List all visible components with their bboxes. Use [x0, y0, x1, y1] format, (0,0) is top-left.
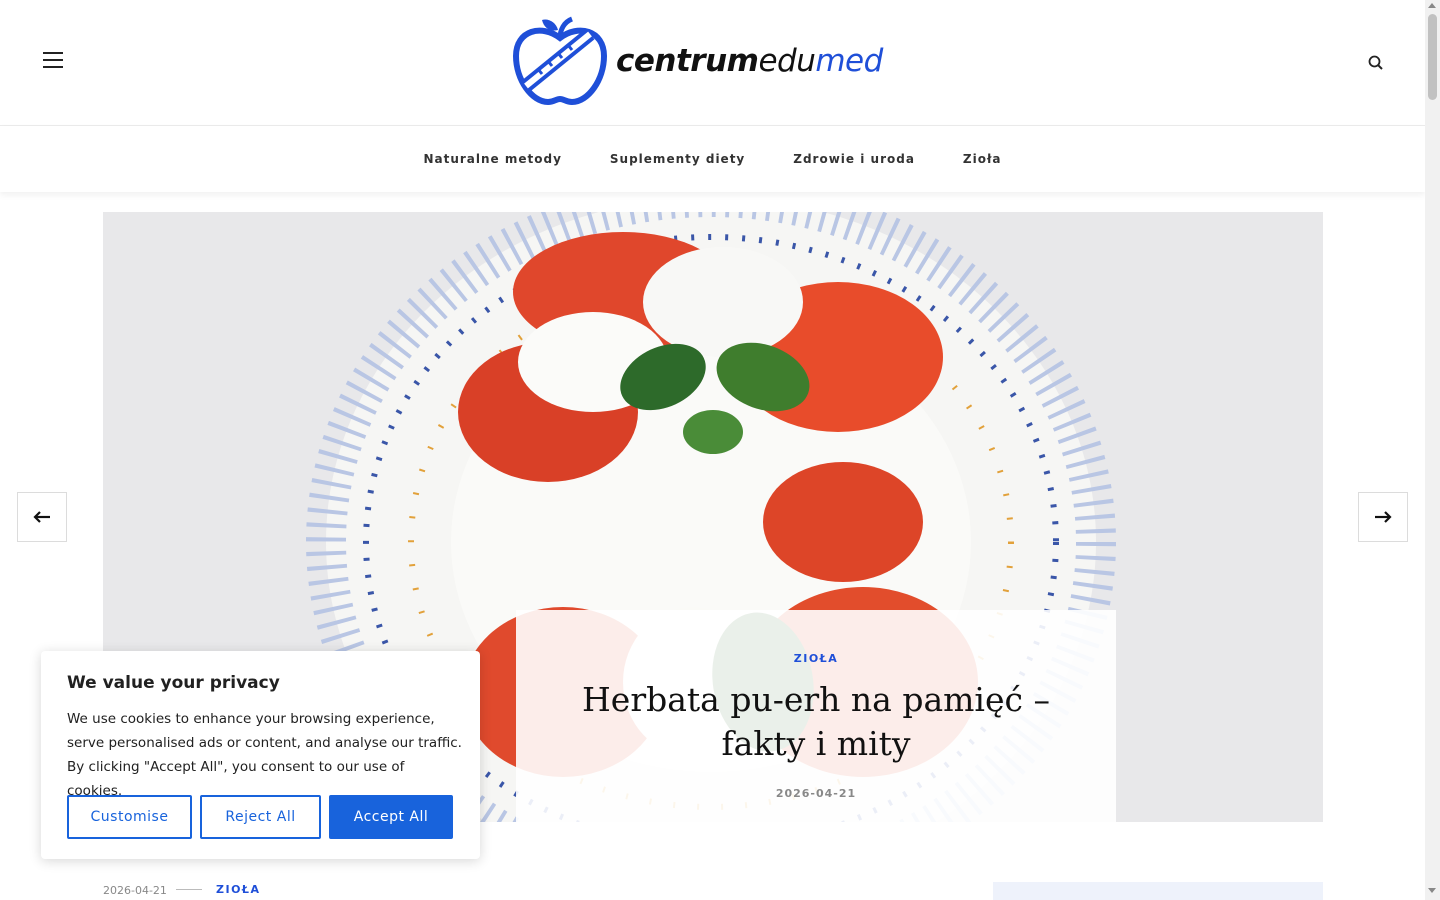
nav-item-ziola[interactable]: Zioła	[963, 152, 1002, 166]
main-nav: Naturalne metody Suplementy diety Zdrowi…	[0, 126, 1425, 192]
nav-item-zdrowie-i-uroda[interactable]: Zdrowie i uroda	[793, 152, 915, 166]
cookie-title: We value your privacy	[67, 673, 280, 693]
reject-all-button[interactable]: Reject All	[200, 795, 321, 839]
nav-item-naturalne-metody[interactable]: Naturalne metody	[423, 152, 561, 166]
customise-button[interactable]: Customise	[67, 795, 192, 839]
site-logo[interactable]: centrumedumed	[512, 16, 912, 106]
logo-text-part-2: edu	[758, 43, 816, 79]
page-scrollbar[interactable]	[1425, 0, 1440, 900]
next-slide-button[interactable]	[1358, 492, 1408, 542]
hamburger-menu-icon[interactable]	[40, 52, 66, 74]
logo-wordmark: centrumedumed	[616, 43, 883, 79]
post-category[interactable]: ZIOŁA	[216, 883, 261, 896]
cookie-consent-banner: We value your privacy We use cookies to …	[41, 651, 480, 859]
accept-all-button[interactable]: Accept All	[329, 795, 453, 839]
hero-card: ZIOŁA Herbata pu-erh na pamięć – fakty i…	[516, 610, 1116, 822]
prev-slide-button[interactable]	[17, 492, 67, 542]
site-header: centrumedumed	[0, 0, 1425, 126]
hero-category[interactable]: ZIOŁA	[516, 652, 1116, 665]
sidebar-widget	[993, 882, 1323, 900]
search-icon[interactable]	[1366, 53, 1386, 73]
meta-divider	[176, 889, 202, 890]
scroll-thumb[interactable]	[1428, 14, 1437, 100]
scroll-down-arrow-icon[interactable]	[1428, 888, 1436, 893]
hero-title[interactable]: Herbata pu-erh na pamięć – fakty i mity	[546, 678, 1086, 766]
apple-logo-icon	[512, 16, 608, 106]
scroll-up-arrow-icon[interactable]	[1428, 3, 1436, 8]
arrow-right-icon	[1375, 511, 1392, 523]
cookie-description: We use cookies to enhance your browsing …	[67, 711, 462, 799]
post-date: 2026-04-21	[103, 884, 167, 897]
logo-text-part-3: med	[815, 43, 883, 79]
nav-item-suplementy-diety[interactable]: Suplementy diety	[610, 152, 745, 166]
hero-date: 2026-04-21	[775, 787, 857, 800]
arrow-left-icon	[33, 511, 50, 523]
logo-text-part-1: centrum	[616, 43, 759, 79]
